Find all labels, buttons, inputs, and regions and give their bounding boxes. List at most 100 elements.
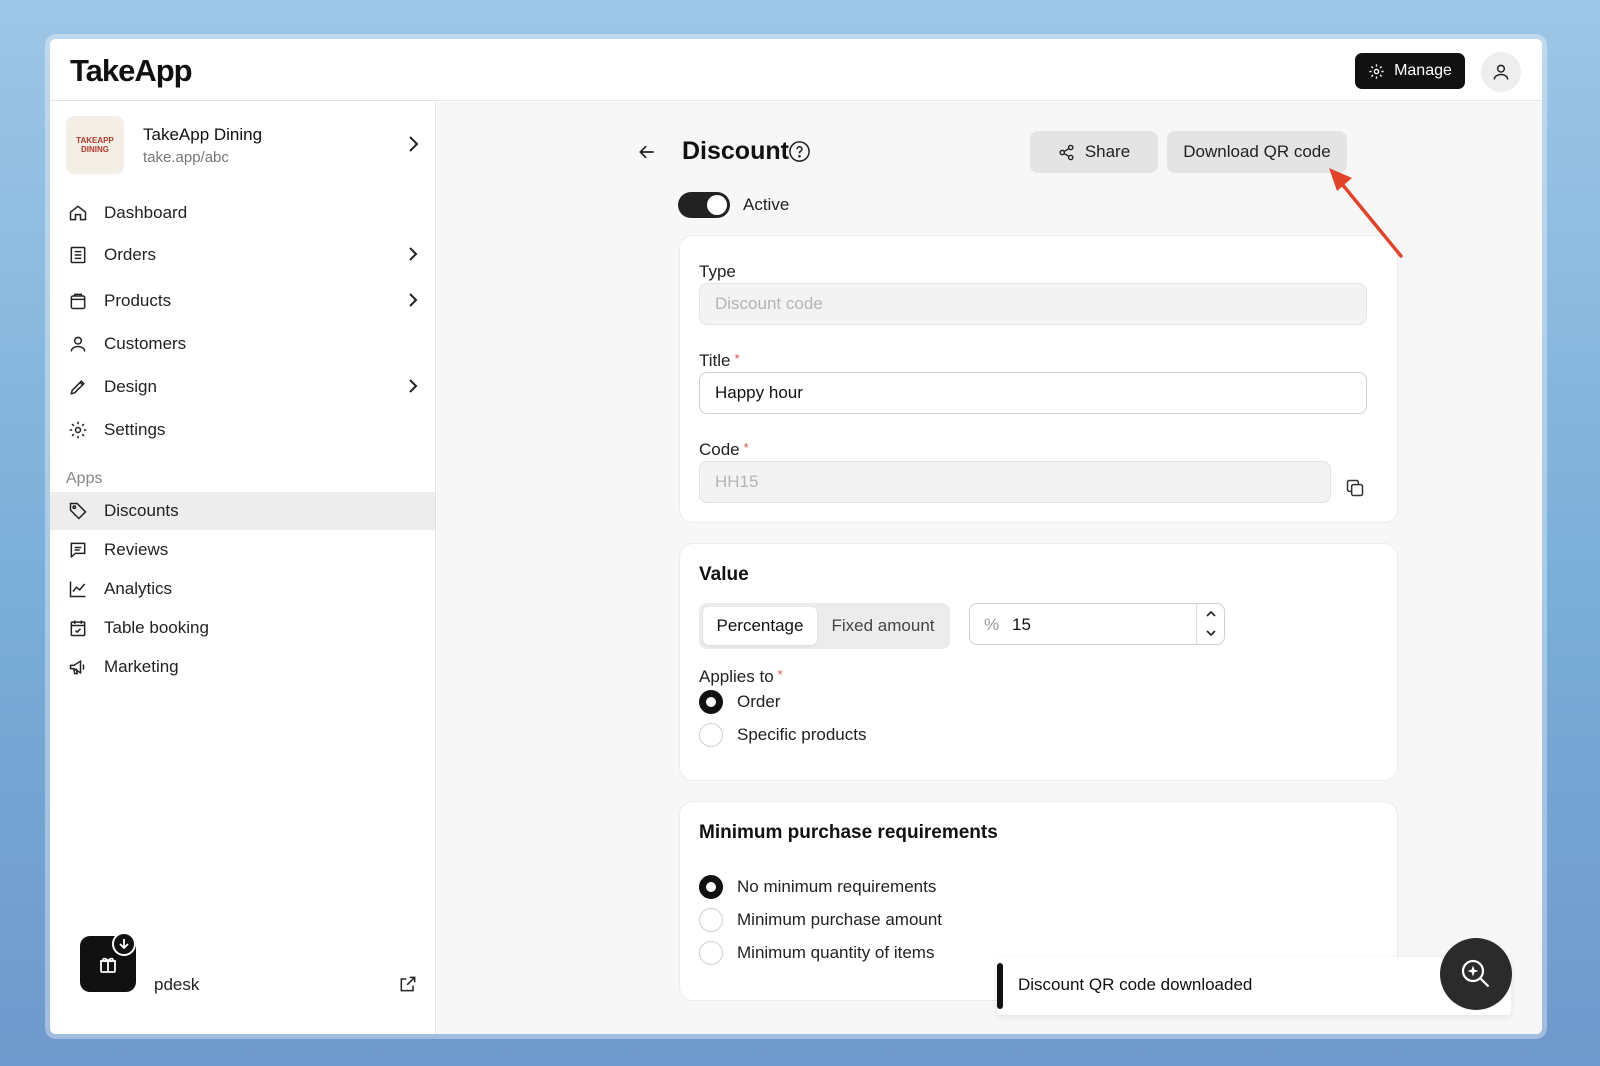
pen-icon	[68, 377, 88, 397]
minimum-heading: Minimum purchase requirements	[699, 822, 998, 843]
download-badge	[112, 932, 136, 956]
manage-button[interactable]: Manage	[1355, 53, 1465, 89]
tab-percentage[interactable]: Percentage	[703, 607, 817, 645]
store-logo: TAKEAPP DINING	[66, 116, 124, 174]
sidebar-item-reviews[interactable]: Reviews	[50, 531, 435, 569]
active-toggle[interactable]	[678, 192, 730, 218]
help-circle-icon[interactable]	[788, 140, 811, 163]
sidebar-item-customers[interactable]: Customers	[50, 325, 435, 363]
store-switcher[interactable]: TAKEAPP DINING TakeApp Dining take.app/a…	[66, 116, 421, 176]
share-button[interactable]: Share	[1030, 131, 1158, 173]
tab-fixed-amount[interactable]: Fixed amount	[821, 607, 945, 645]
chevron-right-icon	[409, 379, 418, 393]
radio-button[interactable]	[699, 941, 723, 965]
radio-no-minimum[interactable]: No minimum requirements	[699, 874, 936, 900]
radio-button[interactable]	[699, 875, 723, 899]
gift-icon	[100, 957, 116, 973]
download-qr-button[interactable]: Download QR code	[1167, 131, 1347, 173]
value-type-toggle: Percentage Fixed amount	[699, 603, 950, 649]
share-icon	[1059, 144, 1074, 160]
copy-icon[interactable]	[1345, 478, 1365, 498]
sidebar-item-table-booking[interactable]: Table booking	[50, 609, 435, 647]
required-mark: *	[734, 351, 740, 366]
sidebar-item-marketing[interactable]: Marketing	[50, 648, 435, 686]
percent-prefix: %	[984, 615, 1000, 634]
message-icon	[68, 540, 88, 560]
sidebar-item-label: Orders	[104, 245, 156, 264]
sidebar-item-label: Marketing	[104, 657, 179, 676]
sidebar: TAKEAPP DINING TakeApp Dining take.app/a…	[50, 102, 436, 1034]
sidebar-item-discounts[interactable]: Discounts	[50, 492, 435, 530]
title-input[interactable]: Happy hour	[699, 372, 1367, 414]
arrow-down-icon	[119, 939, 129, 950]
code-field: HH15	[699, 461, 1331, 503]
manage-label: Manage	[1394, 62, 1452, 79]
code-label: Code *	[699, 440, 749, 460]
sidebar-item-label: Customers	[104, 334, 187, 353]
radio-specific-products[interactable]: Specific products	[699, 722, 866, 748]
amount-stepper[interactable]	[1196, 604, 1224, 644]
list-icon	[68, 245, 88, 265]
top-bar: TakeApp Manage	[50, 39, 1542, 101]
radio-label: Specific products	[737, 725, 867, 744]
chart-icon	[68, 579, 88, 599]
required-mark: *	[777, 667, 783, 682]
applies-to-text: Applies to	[699, 667, 774, 686]
sidebar-item-settings[interactable]: Settings	[50, 411, 435, 449]
title-value: Happy hour	[715, 383, 803, 402]
radio-minimum-amount[interactable]: Minimum purchase amount	[699, 907, 942, 933]
details-card: Type Discount code Title * Happy hour Cod…	[679, 235, 1398, 523]
value-heading: Value	[699, 564, 749, 585]
sidebar-item-products[interactable]: Products	[50, 282, 435, 320]
chevron-right-icon	[409, 293, 418, 307]
chevron-right-icon	[409, 136, 419, 152]
helpdesk-label: pdesk	[154, 975, 200, 994]
gear-icon	[68, 420, 88, 440]
sidebar-item-design[interactable]: Design	[50, 368, 435, 406]
radio-button[interactable]	[699, 690, 723, 714]
type-field: Discount code	[699, 283, 1367, 325]
megaphone-icon	[68, 657, 88, 677]
tag-icon	[68, 501, 88, 521]
zoom-assistant-button[interactable]	[1440, 938, 1512, 1010]
home-icon	[68, 203, 88, 223]
calendar-check-icon	[68, 618, 88, 638]
sidebar-item-label: Dashboard	[104, 203, 188, 222]
radio-button[interactable]	[699, 908, 723, 932]
value-card: Value Percentage Fixed amount % 15 Appli…	[679, 543, 1398, 781]
radio-label: No minimum requirements	[737, 877, 937, 896]
share-label: Share	[1084, 142, 1131, 161]
user-icon	[68, 334, 88, 354]
page-title: Discount	[682, 137, 789, 165]
applies-to-label: Applies to *	[699, 667, 783, 687]
title-label: Title *	[699, 351, 740, 371]
store-name: TakeApp Dining	[143, 125, 263, 144]
chevron-right-icon	[409, 247, 418, 261]
radio-label: Order	[737, 692, 781, 711]
code-label-text: Code	[699, 440, 740, 459]
chevron-up-icon[interactable]	[1205, 609, 1217, 619]
radio-minimum-quantity[interactable]: Minimum quantity of items	[699, 940, 934, 966]
radio-label: Minimum purchase amount	[737, 910, 943, 929]
toast-message: Discount QR code downloaded	[1018, 975, 1253, 994]
radio-order[interactable]: Order	[699, 689, 780, 715]
user-avatar[interactable]	[1481, 52, 1521, 92]
arrow-left-icon[interactable]	[637, 142, 657, 162]
active-label: Active	[743, 195, 790, 214]
sidebar-item-dashboard[interactable]: Dashboard	[50, 194, 435, 232]
sidebar-item-label: Reviews	[104, 540, 169, 559]
toast-accent-bar	[997, 963, 1003, 1009]
main-content: Discount Share Download QR code Active T…	[437, 102, 1542, 1034]
discount-amount-input[interactable]: % 15	[969, 603, 1225, 645]
app-logo[interactable]: TakeApp	[70, 53, 193, 89]
type-label: Type	[699, 262, 736, 281]
sidebar-item-label: Table booking	[104, 618, 209, 637]
sidebar-item-label: Discounts	[104, 501, 179, 520]
sidebar-item-label: Settings	[104, 420, 166, 439]
radio-button[interactable]	[699, 723, 723, 747]
gear-icon	[1369, 63, 1384, 79]
title-label-text: Title	[699, 351, 731, 370]
sidebar-item-analytics[interactable]: Analytics	[50, 570, 435, 608]
sidebar-item-orders[interactable]: Orders	[50, 236, 435, 274]
chevron-down-icon[interactable]	[1205, 628, 1217, 638]
